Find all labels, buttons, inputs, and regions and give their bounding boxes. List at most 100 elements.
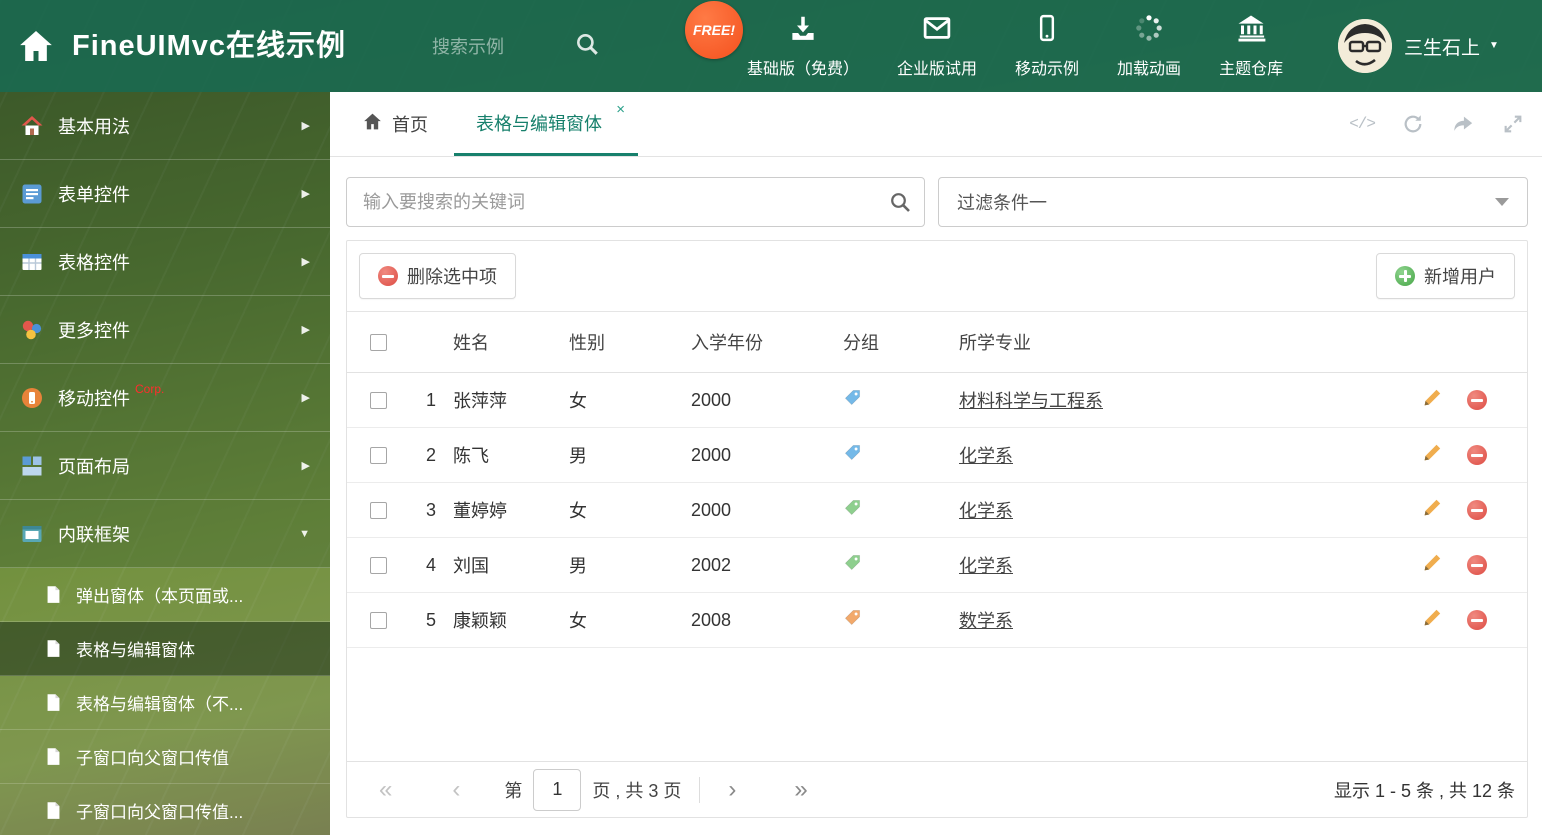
grid-panel: 删除选中项 新增用户 姓名 性别 入学年份 分组 所学专业 1 张萍萍 女 20… bbox=[346, 240, 1528, 818]
minus-circle-icon bbox=[378, 266, 398, 286]
filter-dropdown[interactable]: 过滤条件一 bbox=[938, 177, 1528, 227]
tag-icon bbox=[843, 608, 862, 627]
grid-toolbar: 删除选中项 新增用户 bbox=[347, 241, 1527, 311]
row-checkbox[interactable] bbox=[369, 611, 387, 629]
filter-dropdown-value: 过滤条件一 bbox=[957, 193, 1047, 213]
delete-icon[interactable] bbox=[1467, 555, 1487, 575]
major-link[interactable]: 数学系 bbox=[959, 611, 1013, 631]
tab-grid-edit-window[interactable]: 表格与编辑窗体 × bbox=[454, 92, 638, 156]
cell-gender: 女 bbox=[569, 501, 587, 521]
next-page-button[interactable]: › bbox=[728, 777, 736, 802]
delete-icon[interactable] bbox=[1467, 445, 1487, 465]
tab-label: 表格与编辑窗体 bbox=[476, 113, 602, 134]
cell-name: 张萍萍 bbox=[453, 391, 507, 411]
delete-icon[interactable] bbox=[1467, 610, 1487, 630]
sidebar-item-iframe[interactable]: 内联框架 ▼ bbox=[0, 500, 330, 568]
sidebar-item-label: 页面布局 bbox=[58, 456, 130, 477]
delete-icon[interactable] bbox=[1467, 390, 1487, 410]
sidebar: 基本用法 ▶ 表单控件 ▶ 表格控件 ▶ 更多控件 ▶ 移动控件 Corp. ▶… bbox=[0, 92, 330, 835]
button-label: 删除选中项 bbox=[407, 267, 497, 287]
sidebar-subitem-child-to-parent-2[interactable]: 子窗口向父窗口传值... bbox=[0, 784, 330, 835]
main-area: 首页 表格与编辑窗体 × </> 输入要搜索的关键词 过滤条件一 删除选中项 新… bbox=[330, 92, 1542, 835]
cell-gender: 男 bbox=[569, 556, 587, 576]
page-number-input[interactable] bbox=[533, 768, 582, 811]
prev-page-button[interactable]: ‹ bbox=[452, 777, 460, 802]
page-icon bbox=[44, 747, 63, 766]
nav-item-basic-free[interactable]: 基础版（免费） bbox=[728, 0, 878, 92]
row-checkbox[interactable] bbox=[369, 556, 387, 574]
table-icon bbox=[20, 250, 44, 274]
sidebar-item-form-controls[interactable]: 表单控件 ▶ bbox=[0, 160, 330, 228]
keyword-search-input[interactable] bbox=[346, 177, 925, 227]
page-label-suffix: 页 , 共 3 页 bbox=[592, 780, 682, 801]
delete-selected-button[interactable]: 删除选中项 bbox=[359, 253, 516, 299]
nav-item-mobile-demo[interactable]: 移动示例 bbox=[996, 0, 1098, 92]
sidebar-item-basic-usage[interactable]: 基本用法 ▶ bbox=[0, 92, 330, 160]
row-checkbox[interactable] bbox=[369, 501, 387, 519]
sidebar-subitem-grid-edit-window[interactable]: 表格与编辑窗体 bbox=[0, 622, 330, 676]
sidebar-item-more-controls[interactable]: 更多控件 ▶ bbox=[0, 296, 330, 364]
first-page-button[interactable]: « bbox=[379, 777, 392, 802]
code-icon[interactable]: </> bbox=[1349, 115, 1376, 133]
tag-icon bbox=[843, 553, 862, 572]
major-link[interactable]: 化学系 bbox=[959, 556, 1013, 576]
row-index: 5 bbox=[425, 609, 436, 630]
tag-icon bbox=[843, 443, 862, 462]
refresh-icon[interactable] bbox=[1402, 113, 1424, 135]
sidebar-item-label: 移动控件 bbox=[58, 388, 130, 409]
edit-icon[interactable] bbox=[1422, 552, 1443, 578]
nav-item-enterprise-trial[interactable]: 企业版试用 bbox=[878, 0, 996, 92]
page-label-prefix: 第 bbox=[504, 780, 523, 801]
header-search-placeholder: 搜索示例 bbox=[432, 37, 504, 57]
top-header: FineUIMvc在线示例 搜索示例 FREE! 基础版（免费） 企业版试用 移… bbox=[0, 0, 1542, 92]
row-checkbox[interactable] bbox=[369, 391, 387, 409]
tab-home[interactable]: 首页 bbox=[330, 92, 454, 156]
chevron-right-icon: ▶ bbox=[301, 324, 310, 336]
app-window: FineUIMvc在线示例 搜索示例 FREE! 基础版（免费） 企业版试用 移… bbox=[0, 0, 1542, 835]
add-user-button[interactable]: 新增用户 bbox=[1376, 253, 1515, 299]
cell-name: 刘国 bbox=[453, 556, 489, 576]
sidebar-item-mobile-controls[interactable]: 移动控件 Corp. ▶ bbox=[0, 364, 330, 432]
edit-icon[interactable] bbox=[1422, 442, 1443, 468]
tag-icon bbox=[843, 388, 862, 407]
user-menu[interactable]: 三生石上 ▼ bbox=[1404, 0, 1499, 92]
edit-icon[interactable] bbox=[1422, 387, 1443, 413]
sidebar-subitem-child-to-parent[interactable]: 子窗口向父窗口传值 bbox=[0, 730, 330, 784]
nav-item-loading-animation[interactable]: 加载动画 bbox=[1098, 0, 1200, 92]
header-search[interactable]: 搜索示例 bbox=[432, 0, 600, 92]
home-logo-icon[interactable] bbox=[16, 26, 56, 66]
nav-item-label: 基础版（免费） bbox=[747, 61, 860, 78]
close-icon[interactable]: × bbox=[616, 102, 625, 117]
nav-item-theme-store[interactable]: 主题仓库 bbox=[1200, 0, 1302, 92]
row-checkbox[interactable] bbox=[369, 446, 387, 464]
edit-icon[interactable] bbox=[1422, 497, 1443, 523]
select-all-checkbox[interactable] bbox=[369, 333, 387, 351]
button-label: 新增用户 bbox=[1424, 267, 1496, 287]
column-name: 姓名 bbox=[453, 333, 489, 353]
search-icon[interactable] bbox=[888, 190, 912, 219]
major-link[interactable]: 化学系 bbox=[959, 446, 1013, 466]
plus-circle-icon bbox=[1395, 266, 1415, 286]
sidebar-subitem-grid-edit-window-2[interactable]: 表格与编辑窗体（不... bbox=[0, 676, 330, 730]
share-icon[interactable] bbox=[1451, 113, 1475, 135]
last-page-button[interactable]: » bbox=[794, 777, 807, 802]
sidebar-subitem-popup-window[interactable]: 弹出窗体（本页面或... bbox=[0, 568, 330, 622]
sidebar-item-grid-controls[interactable]: 表格控件 ▶ bbox=[0, 228, 330, 296]
cell-gender: 女 bbox=[569, 611, 587, 631]
cell-year: 2008 bbox=[691, 609, 732, 630]
search-icon[interactable] bbox=[574, 31, 600, 62]
sidebar-item-page-layout[interactable]: 页面布局 ▶ bbox=[0, 432, 330, 500]
table-row: 5 康颖颖 女 2008 数学系 bbox=[347, 593, 1527, 648]
delete-icon[interactable] bbox=[1467, 500, 1487, 520]
mobile-controls-icon bbox=[20, 386, 44, 410]
chevron-right-icon: ▶ bbox=[301, 120, 310, 132]
edit-icon[interactable] bbox=[1422, 607, 1443, 633]
major-link[interactable]: 化学系 bbox=[959, 501, 1013, 521]
avatar[interactable] bbox=[1338, 19, 1392, 73]
expand-icon[interactable] bbox=[1502, 113, 1524, 135]
nav-item-label: 主题仓库 bbox=[1219, 61, 1284, 78]
envelope-icon bbox=[922, 13, 952, 48]
tab-toolbar: </> bbox=[1349, 92, 1524, 156]
cell-year: 2002 bbox=[691, 554, 732, 575]
major-link[interactable]: 材料科学与工程系 bbox=[959, 391, 1103, 411]
